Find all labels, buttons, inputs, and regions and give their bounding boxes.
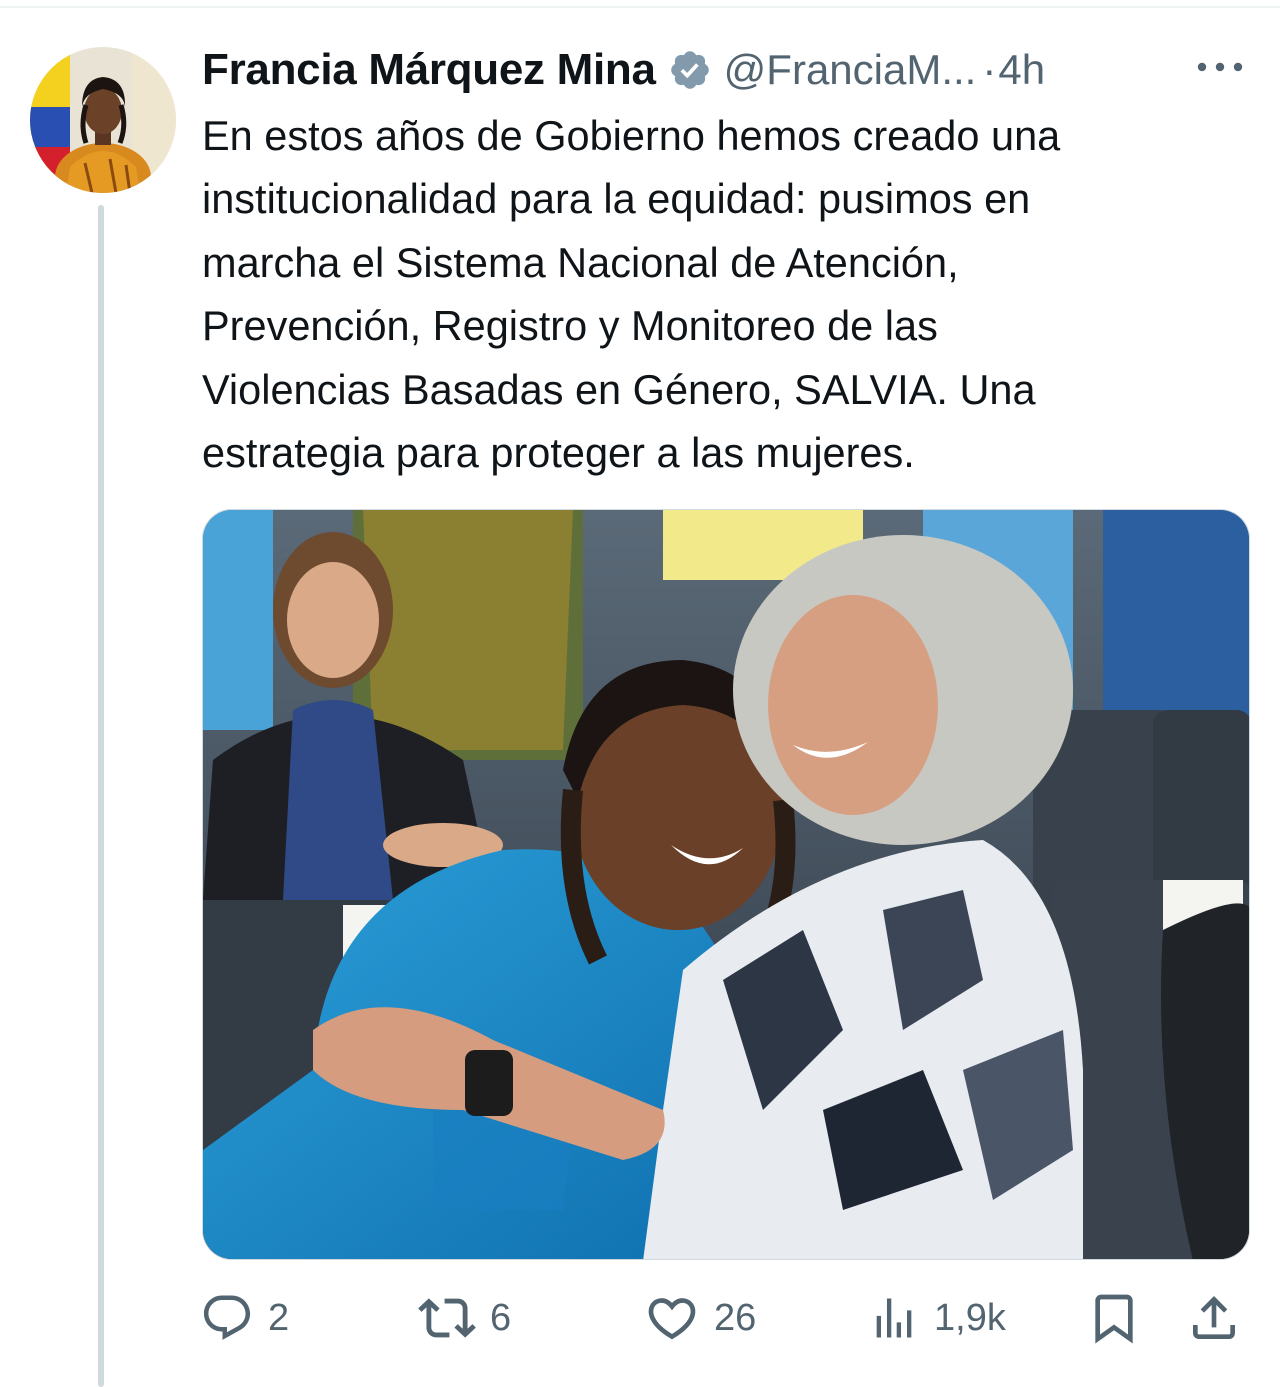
bookmark-icon	[1086, 1290, 1142, 1346]
author-handle[interactable]: @FranciaM...	[724, 46, 977, 94]
thread-line	[98, 205, 104, 1387]
bookmark-button[interactable]	[1086, 1288, 1142, 1348]
verified-badge-icon	[668, 48, 712, 92]
like-button[interactable]: 26	[644, 1288, 756, 1348]
repost-button[interactable]: 6	[418, 1288, 511, 1348]
repost-icon	[418, 1289, 476, 1347]
reply-button[interactable]: 2	[200, 1288, 289, 1348]
tweet-header: Francia Márquez Mina @FranciaM... · 4h	[202, 40, 1262, 100]
like-count: 26	[714, 1296, 757, 1339]
tweet-time[interactable]: 4h	[998, 46, 1045, 94]
reply-count: 2	[268, 1296, 290, 1339]
views-button[interactable]: 1,9k	[868, 1288, 1006, 1348]
author-name[interactable]: Francia Márquez Mina	[202, 45, 656, 95]
more-icon[interactable]	[1190, 52, 1250, 82]
author-avatar[interactable]	[30, 47, 176, 193]
like-icon	[644, 1290, 700, 1346]
action-bar: 2 6 26 1,9k	[200, 1288, 1260, 1348]
separator-dot: ·	[982, 46, 997, 93]
views-count: 1,9k	[934, 1296, 1006, 1339]
views-icon	[868, 1292, 920, 1344]
top-divider	[0, 6, 1280, 8]
tweet-text: En estos años de Gobierno hemos creado u…	[202, 112, 1061, 477]
share-icon	[1186, 1290, 1242, 1346]
reply-icon	[200, 1291, 254, 1345]
repost-count: 6	[490, 1296, 512, 1339]
tweet-photo[interactable]	[202, 509, 1250, 1260]
share-button[interactable]	[1186, 1288, 1242, 1348]
